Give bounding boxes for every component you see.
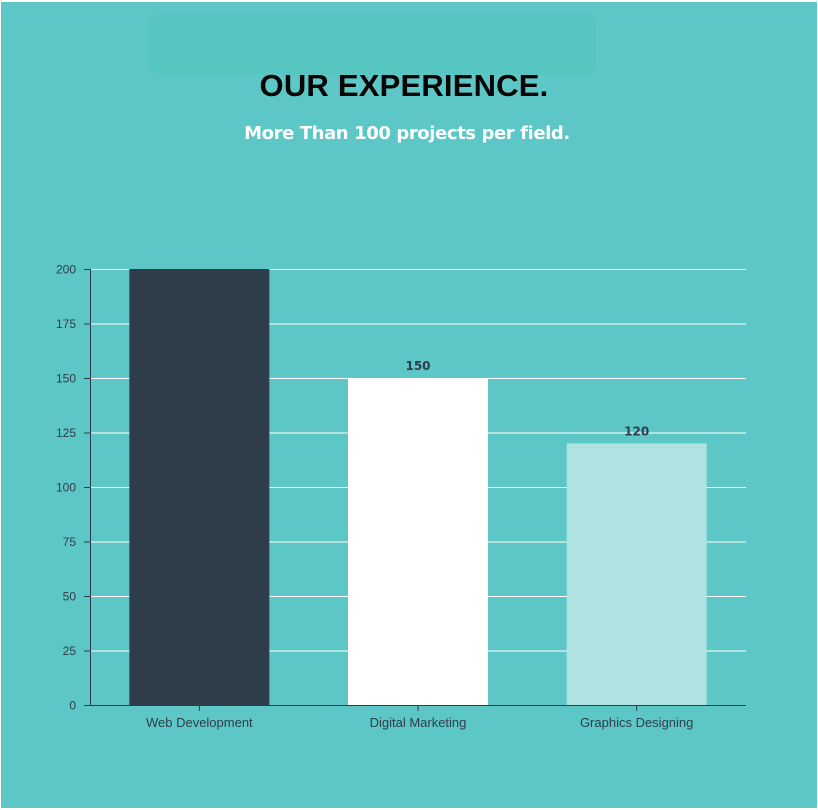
y-tick-label: 0 xyxy=(69,699,76,713)
y-tick-label: 150 xyxy=(56,372,76,386)
bar xyxy=(566,443,707,705)
y-tick-label: 200 xyxy=(56,263,76,277)
y-tick-label: 75 xyxy=(63,535,77,549)
bar-chart: Web Development 150 Digital Marketing 120 Gr… xyxy=(56,263,746,730)
y-tick-label: 175 xyxy=(56,317,76,331)
y-tick-label: 100 xyxy=(56,481,76,495)
x-tick-label: Web Development xyxy=(146,715,253,730)
chart-panel: OUR EXPERIENCE. More Than 100 projects p… xyxy=(1,2,817,808)
y-tick-label: 125 xyxy=(56,426,76,440)
y-tick-label: 50 xyxy=(63,590,77,604)
bar xyxy=(129,269,270,705)
bar-data-label: 150 xyxy=(405,359,430,373)
y-tick-label: 25 xyxy=(63,644,77,658)
bar-data-label: 120 xyxy=(624,424,649,438)
x-tick-label: Graphics Designing xyxy=(580,715,693,730)
x-tick-label: Digital Marketing xyxy=(370,715,467,730)
bar xyxy=(348,378,488,705)
